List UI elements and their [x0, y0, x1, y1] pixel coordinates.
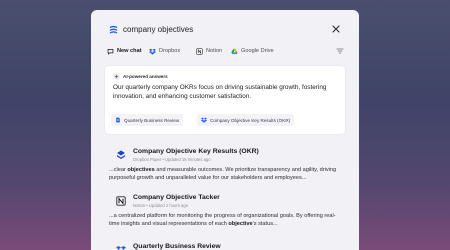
- notion-icon: [196, 47, 203, 55]
- close-icon[interactable]: [331, 24, 341, 34]
- search-input[interactable]: [123, 22, 323, 36]
- result-title[interactable]: Company Objective Tacker: [133, 194, 220, 201]
- result-title[interactable]: Company Objective Key Results (OKR): [133, 148, 259, 155]
- snippet-text: ...clear: [109, 167, 128, 173]
- tab-label: Google Drive: [241, 48, 274, 54]
- ai-answer-card: AI-powered answers Our quarterly company…: [105, 66, 345, 134]
- dropbox-icon: [116, 246, 126, 250]
- tab-new-chat[interactable]: New chat: [107, 44, 142, 58]
- tab-dropbox[interactable]: Dropbox: [149, 44, 180, 58]
- document-icon: [116, 117, 120, 123]
- tab-label: New chat: [117, 48, 142, 54]
- brand-logo-icon: [109, 25, 118, 34]
- dropbox-icon: [201, 117, 207, 123]
- snippet-text: ...a centralized platform for monitoring…: [109, 213, 336, 227]
- snippet-highlight: objective: [228, 221, 253, 227]
- snippet-text: 's status...: [252, 221, 278, 227]
- ai-answer-label: AI-powered answers: [123, 74, 168, 79]
- search-panel: New chat Dropbox Notion Google Drive: [91, 10, 359, 250]
- source-chip[interactable]: Quarterly Business Review: [111, 114, 184, 126]
- dropbox-paper-icon: [117, 150, 125, 159]
- tab-notion[interactable]: Notion: [196, 44, 222, 58]
- sparkle-icon: [113, 73, 120, 80]
- ai-answer-text: Our quarterly company OKRs focus on driv…: [113, 84, 327, 100]
- tab-google-drive[interactable]: Google Drive: [231, 44, 274, 58]
- result-meta: Notion • Updated 2 hours ago: [133, 203, 189, 208]
- source-chip-label: Quarterly Business Review: [124, 117, 180, 123]
- snippet-highlight: objectives: [127, 167, 155, 173]
- dropbox-icon: [149, 48, 156, 55]
- chat-bubble-icon: [107, 48, 114, 55]
- tab-label: Dropbox: [159, 48, 181, 54]
- google-drive-icon: [231, 48, 238, 54]
- notion-icon: [116, 196, 126, 206]
- source-chip-label: Company Objective Key Results (OKR): [210, 117, 291, 123]
- result-title[interactable]: Quarterly Business Review: [133, 243, 221, 250]
- search-bar: [91, 10, 359, 40]
- source-tabs: New chat Dropbox Notion Google Drive: [91, 44, 359, 58]
- result-meta: Dropbox Paper • Updated 15 minutes ago: [133, 157, 211, 162]
- result-snippet: ...a centralized platform for monitoring…: [109, 212, 341, 228]
- ai-answer-header: AI-powered answers: [113, 73, 168, 80]
- filter-icon[interactable]: [336, 47, 344, 55]
- source-chip[interactable]: Company Objective Key Results (OKR): [197, 114, 295, 126]
- tab-label: Notion: [206, 48, 223, 54]
- result-snippet: ...clear objectives and measurable outco…: [109, 166, 341, 182]
